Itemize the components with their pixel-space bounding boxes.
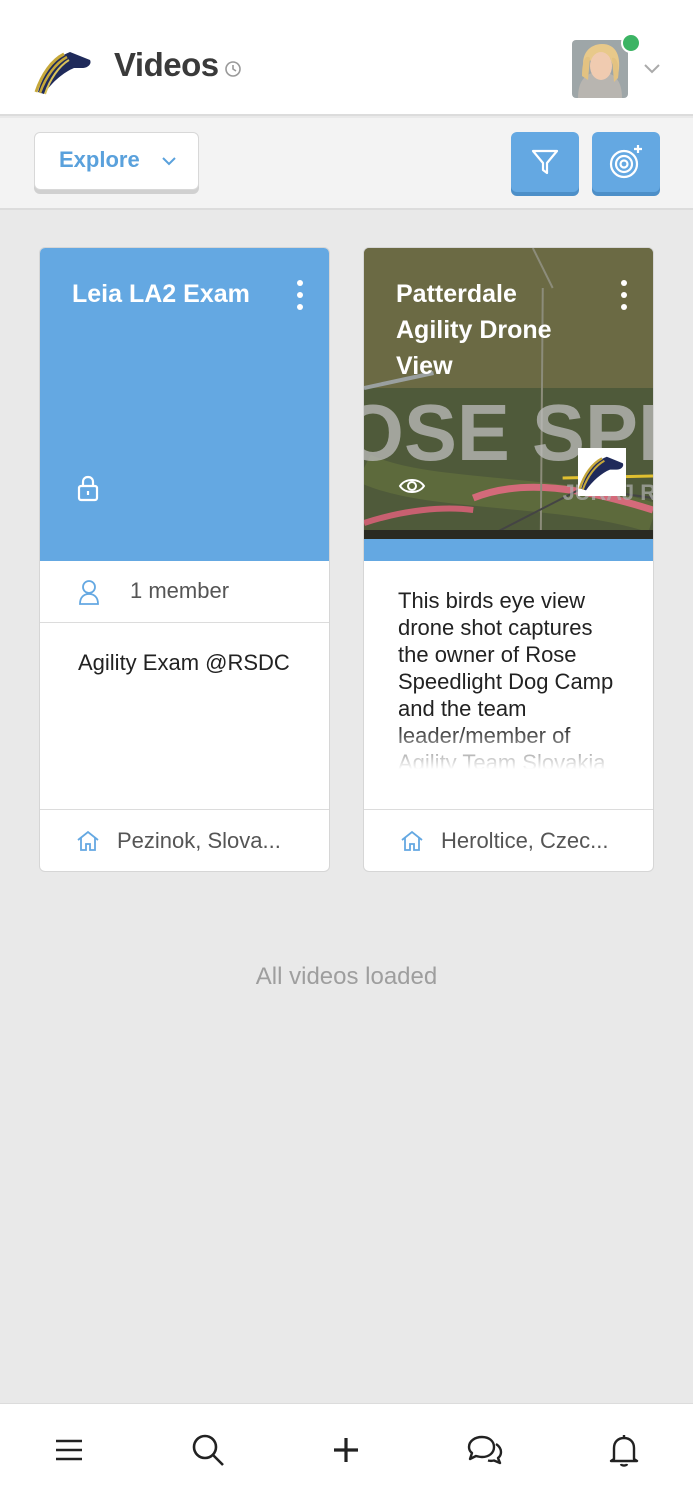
search-icon xyxy=(192,1434,224,1466)
chevron-down-icon xyxy=(162,157,176,166)
card-description: This birds eye view drone shot captures … xyxy=(398,587,628,777)
all-loaded-status: All videos loaded xyxy=(255,963,438,990)
filter-icon xyxy=(531,149,559,175)
home-icon xyxy=(77,830,99,851)
location-text: Heroltice, Czec... xyxy=(441,828,609,853)
chevron-down-icon[interactable] xyxy=(643,62,661,76)
location-row[interactable]: Pezinok, Slova... xyxy=(40,809,329,871)
nav-messages[interactable] xyxy=(465,1430,505,1470)
location-row[interactable]: Heroltice, Czec... xyxy=(364,809,653,871)
app-logo[interactable] xyxy=(34,46,94,96)
nav-notifications[interactable] xyxy=(604,1430,644,1470)
toolbar: Explore xyxy=(0,118,693,210)
plus-icon xyxy=(334,1438,358,1462)
description-fade xyxy=(398,725,628,777)
explore-label: Explore xyxy=(59,147,140,172)
member-row[interactable]: 1 member xyxy=(40,561,329,623)
location-text: Pezinok, Slova... xyxy=(117,828,281,853)
card-description: Agility Exam @RSDC xyxy=(78,650,290,675)
video-card[interactable]: OSE SPE JURAJ R Patterdale Agility Drone… xyxy=(363,247,654,872)
card-header[interactable]: OSE SPE JURAJ R Patterdale Agility Drone… xyxy=(364,248,653,561)
menu-icon xyxy=(56,1439,82,1461)
clock-icon[interactable] xyxy=(224,60,242,78)
user-avatar[interactable] xyxy=(572,40,628,98)
page-title: Videos xyxy=(114,46,219,83)
target-button[interactable] xyxy=(592,132,660,192)
card-accent-strip xyxy=(364,539,653,561)
filter-button[interactable] xyxy=(511,132,579,192)
card-title[interactable]: Leia LA2 Exam xyxy=(72,276,272,312)
card-header[interactable]: Leia LA2 Exam xyxy=(40,248,329,561)
online-status-dot xyxy=(621,33,641,53)
video-card[interactable]: Leia LA2 Exam 1 member Agility Exam @RSD… xyxy=(39,247,330,872)
nav-search[interactable] xyxy=(188,1430,228,1470)
more-options-icon[interactable] xyxy=(291,280,309,314)
chat-icon xyxy=(467,1435,503,1465)
app-header: Videos xyxy=(0,0,693,116)
user-icon xyxy=(79,580,99,605)
bottom-navigation xyxy=(0,1403,693,1500)
target-plus-icon xyxy=(609,145,642,179)
nav-menu[interactable] xyxy=(49,1430,89,1470)
more-options-icon[interactable] xyxy=(615,280,633,314)
explore-dropdown[interactable]: Explore xyxy=(34,132,199,190)
eye-icon xyxy=(398,479,426,493)
card-title[interactable]: Patterdale Agility Drone View xyxy=(396,276,596,384)
nav-add[interactable] xyxy=(326,1430,366,1470)
thumbnail-logo-badge xyxy=(578,448,626,496)
member-count: 1 member xyxy=(130,578,230,603)
bell-icon xyxy=(609,1435,639,1467)
home-icon xyxy=(401,830,423,851)
app-logo xyxy=(578,456,624,491)
lock-icon xyxy=(77,475,99,502)
